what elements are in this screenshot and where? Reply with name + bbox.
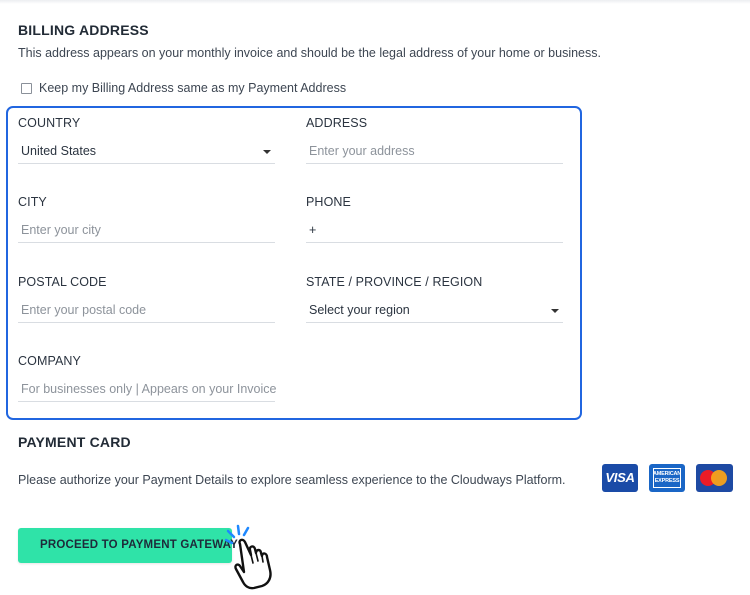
- company-placeholder: For businesses only | Appears on your In…: [21, 382, 277, 396]
- address-input[interactable]: Enter your address: [306, 138, 563, 164]
- same-address-checkbox[interactable]: [21, 82, 32, 94]
- phone-label: PHONE: [306, 195, 351, 209]
- amex-card-icon: AMERICAN EXPRESS: [649, 464, 685, 492]
- country-value: United States: [21, 144, 97, 158]
- amex-line-1: AMERICAN: [652, 471, 682, 477]
- city-placeholder: Enter your city: [21, 223, 101, 237]
- caret-down-icon: [551, 309, 559, 313]
- company-input[interactable]: For businesses only | Appears on your In…: [18, 376, 277, 402]
- amex-line-2: EXPRESS: [654, 478, 680, 484]
- country-label: COUNTRY: [18, 116, 81, 130]
- postal-code-placeholder: Enter your postal code: [21, 303, 147, 317]
- same-address-checkbox-row[interactable]: Keep my Billing Address same as my Payme…: [21, 81, 346, 95]
- phone-input[interactable]: +: [306, 217, 563, 243]
- city-label: CITY: [18, 195, 47, 209]
- address-placeholder: Enter your address: [309, 144, 415, 158]
- payment-card-title: PAYMENT CARD: [18, 434, 131, 450]
- phone-value: +: [309, 223, 317, 237]
- mastercard-card-icon: [696, 464, 733, 492]
- visa-card-icon: VISA: [602, 464, 638, 492]
- hand-pointer-icon: [224, 524, 272, 590]
- postal-code-label: POSTAL CODE: [18, 275, 107, 289]
- amex-logo: AMERICAN EXPRESS: [653, 468, 681, 488]
- billing-address-title: BILLING ADDRESS: [18, 22, 149, 38]
- address-label: ADDRESS: [306, 116, 368, 130]
- city-input[interactable]: Enter your city: [18, 217, 275, 243]
- company-label: COMPANY: [18, 354, 81, 368]
- mastercard-yellow-circle: [711, 470, 727, 486]
- country-select[interactable]: United States: [18, 138, 275, 164]
- region-select[interactable]: Select your region: [306, 297, 563, 323]
- top-divider: [0, 0, 750, 4]
- region-label: STATE / PROVINCE / REGION: [306, 275, 483, 289]
- same-address-label: Keep my Billing Address same as my Payme…: [39, 81, 347, 95]
- caret-down-icon: [263, 150, 271, 154]
- postal-code-input[interactable]: Enter your postal code: [18, 297, 275, 323]
- region-value: Select your region: [309, 303, 410, 317]
- payment-card-description: Please authorize your Payment Details to…: [18, 473, 566, 487]
- billing-address-description: This address appears on your monthly inv…: [18, 46, 601, 60]
- proceed-to-payment-gateway-button[interactable]: PROCEED TO PAYMENT GATEWAY: [18, 528, 238, 563]
